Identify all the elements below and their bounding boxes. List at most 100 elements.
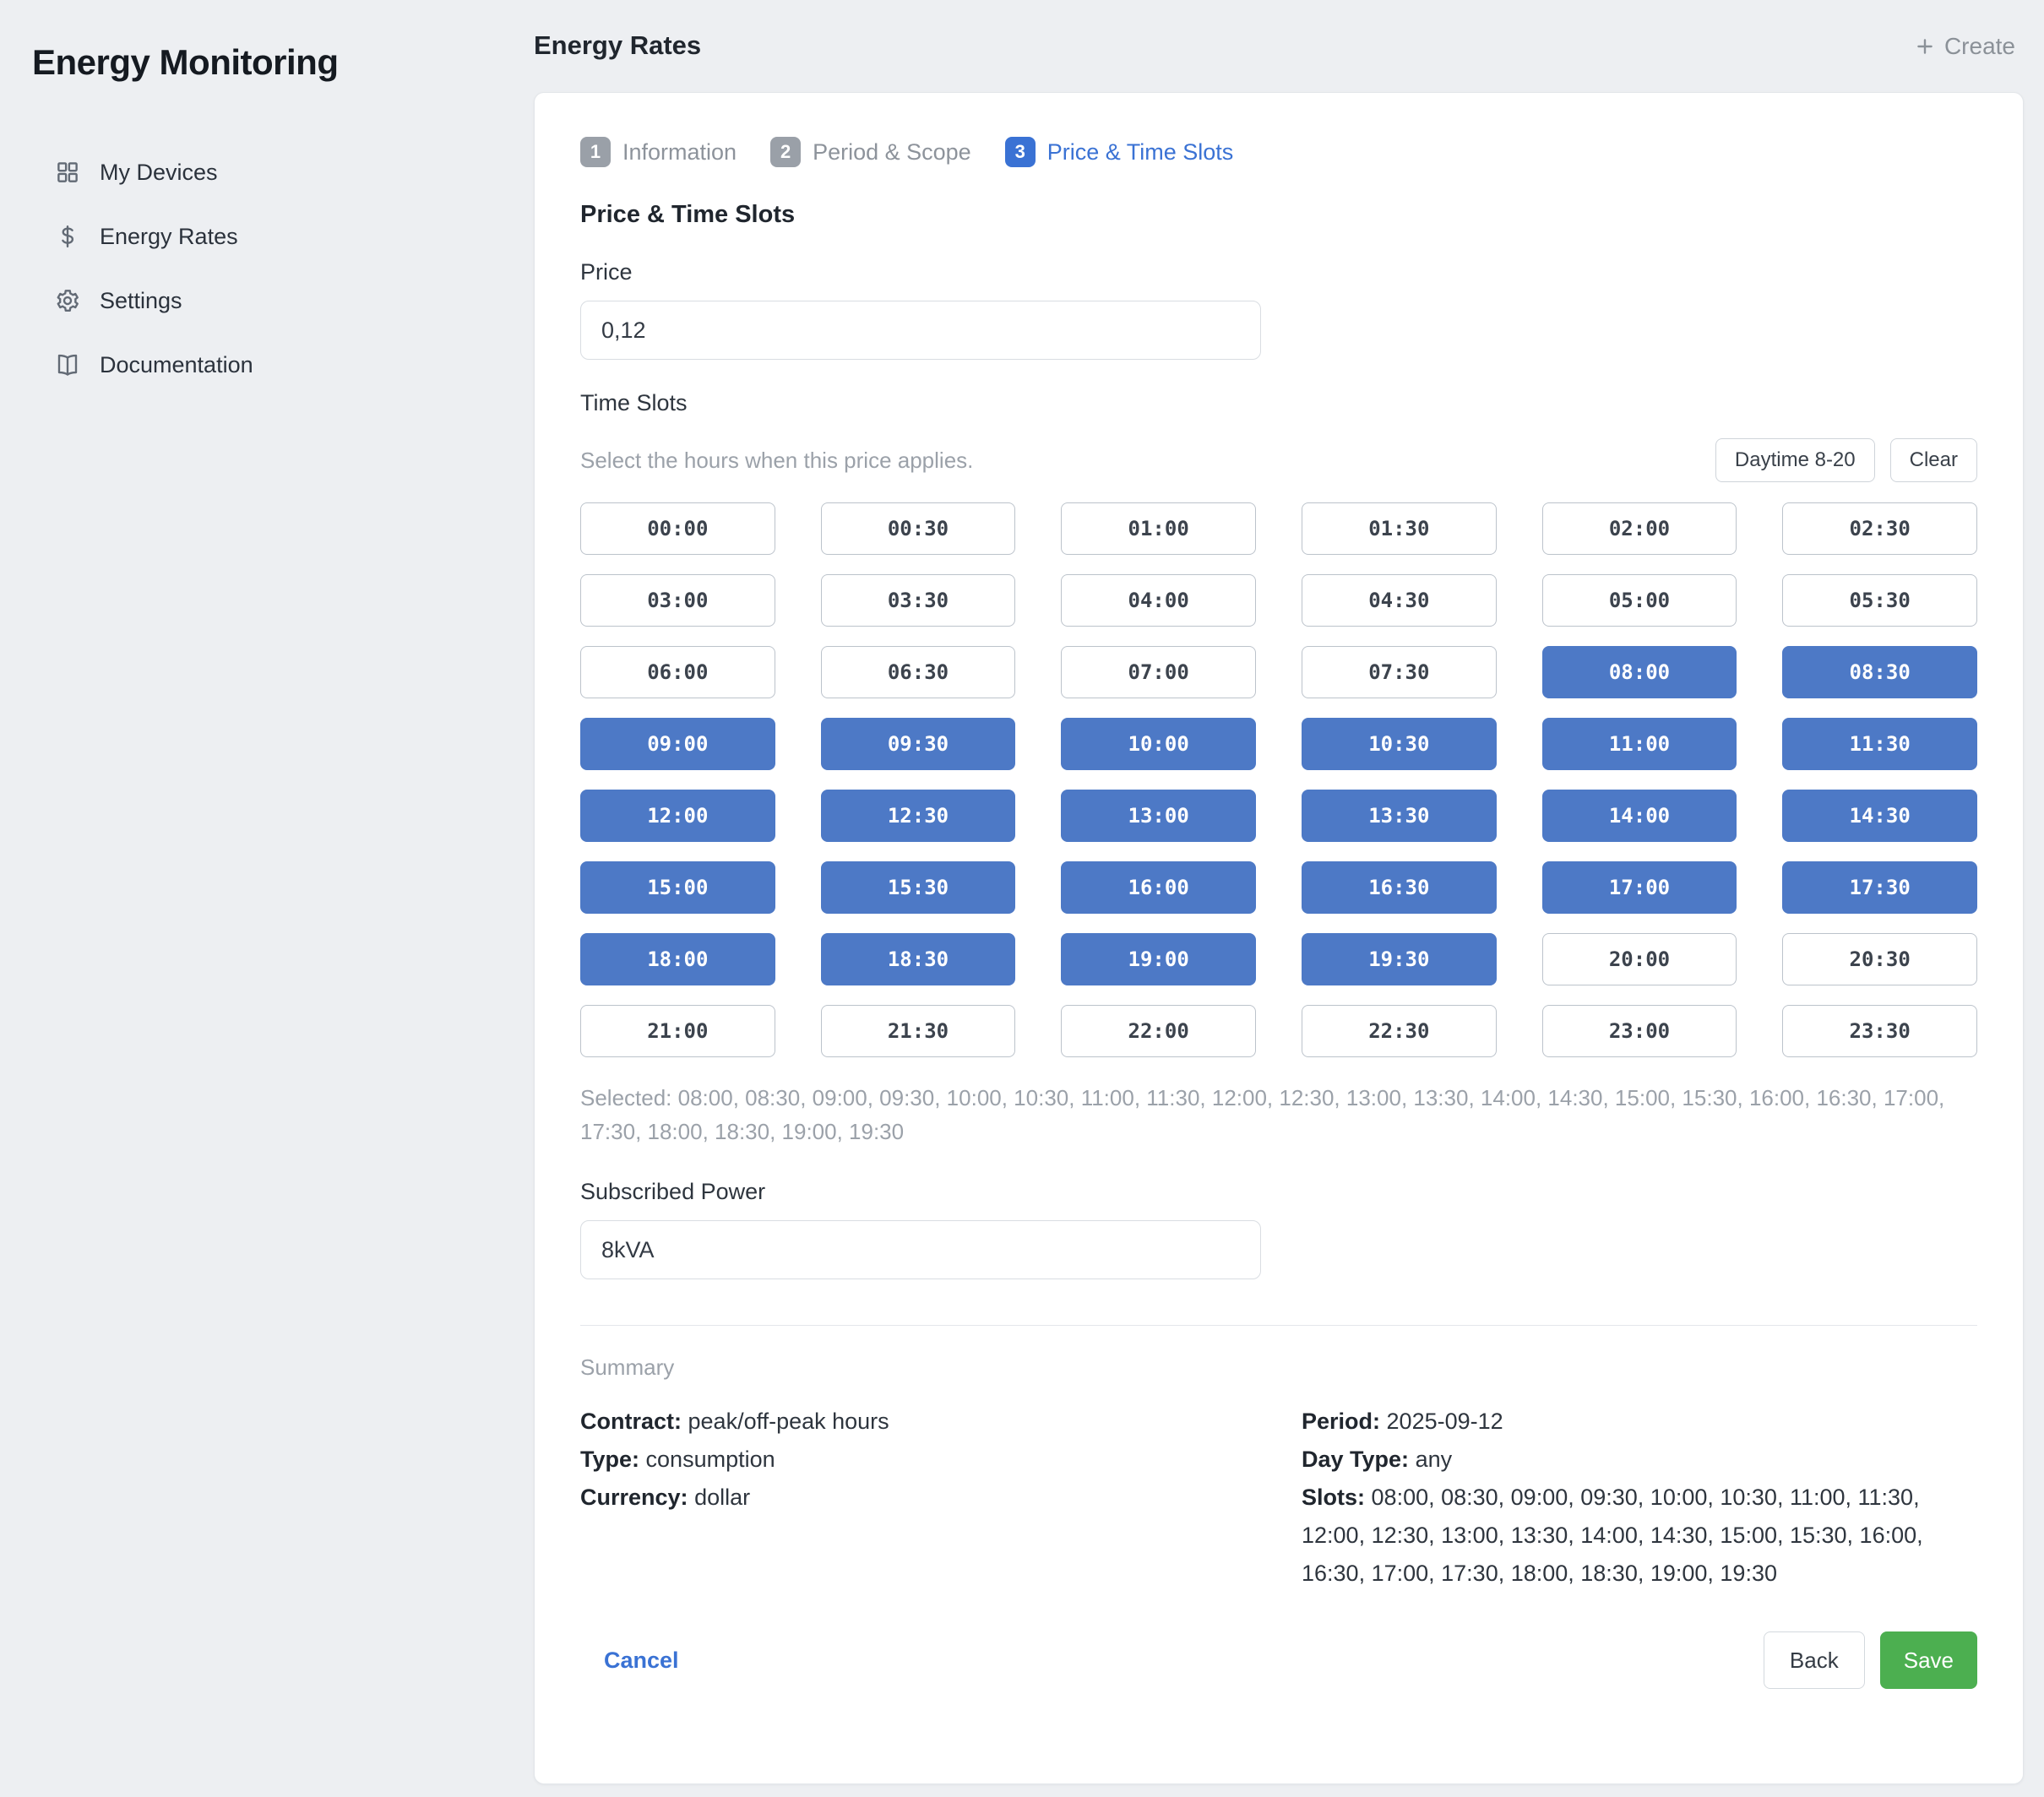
time-slot-19-00[interactable]: 19:00 [1061,933,1256,985]
time-slot-03-30[interactable]: 03:30 [821,574,1016,627]
step-2-label: Period & Scope [813,139,971,166]
time-slot-grid: 00:00 00:30 01:00 01:30 02:00 02:30 03:00 03:30… [580,502,1977,1057]
time-slot-05-30[interactable]: 05:30 [1782,574,1977,627]
time-slot-06-00[interactable]: 06:00 [580,646,775,698]
time-slot-20-00[interactable]: 20:00 [1542,933,1737,985]
step-2-badge: 2 [770,137,801,167]
daytime-preset-button[interactable]: Daytime 8-20 [1715,438,1875,482]
summary-currency: Currency: dollar [580,1479,1302,1517]
book-icon [54,351,81,378]
time-slot-00-00[interactable]: 00:00 [580,502,775,555]
subscribed-power-label: Subscribed Power [580,1179,1977,1205]
time-slot-02-30[interactable]: 02:30 [1782,502,1977,555]
dollar-icon [54,223,81,250]
summary-contract: Contract: peak/off-peak hours [580,1403,1302,1441]
time-slot-13-30[interactable]: 13:30 [1302,790,1497,842]
time-slot-00-30[interactable]: 00:30 [821,502,1016,555]
section-title: Price & Time Slots [580,201,1977,229]
time-slot-02-00[interactable]: 02:00 [1542,502,1737,555]
time-slot-05-00[interactable]: 05:00 [1542,574,1737,627]
time-slot-18-00[interactable]: 18:00 [580,933,775,985]
summary-slots: Slots: 08:00, 08:30, 09:00, 09:30, 10:00… [1302,1479,1977,1593]
sidebar-item-label: My Devices [100,160,218,186]
time-slot-15-00[interactable]: 15:00 [580,861,775,914]
step-information[interactable]: 1 Information [580,137,737,167]
page-title: Energy Rates [534,30,701,61]
price-label: Price [580,259,1977,285]
summary-period: Period: 2025-09-12 [1302,1403,1977,1441]
time-slot-01-00[interactable]: 01:00 [1061,502,1256,555]
time-slot-19-30[interactable]: 19:30 [1302,933,1497,985]
sidebar-item-my-devices[interactable]: My Devices [0,140,534,204]
gear-icon [54,287,81,314]
time-slot-21-00[interactable]: 21:00 [580,1005,775,1057]
time-slot-12-30[interactable]: 12:30 [821,790,1016,842]
time-slot-14-30[interactable]: 14:30 [1782,790,1977,842]
time-slot-21-30[interactable]: 21:30 [821,1005,1016,1057]
time-slot-13-00[interactable]: 13:00 [1061,790,1256,842]
selected-slots-text: Selected: 08:00, 08:30, 09:00, 09:30, 10… [580,1081,1977,1148]
time-slot-23-00[interactable]: 23:00 [1542,1005,1737,1057]
time-slot-09-30[interactable]: 09:30 [821,718,1016,770]
sidebar-item-label: Energy Rates [100,224,238,250]
time-slot-16-30[interactable]: 16:30 [1302,861,1497,914]
sidebar-item-documentation[interactable]: Documentation [0,333,534,397]
time-slot-08-00[interactable]: 08:00 [1542,646,1737,698]
create-button-label: Create [1944,33,2015,60]
time-slots-hint: Select the hours when this price applies… [580,448,973,474]
back-button[interactable]: Back [1764,1631,1865,1689]
time-slot-12-00[interactable]: 12:00 [580,790,775,842]
time-slot-20-30[interactable]: 20:30 [1782,933,1977,985]
time-slot-04-30[interactable]: 04:30 [1302,574,1497,627]
summary-title: Summary [580,1355,1977,1381]
clear-slots-button[interactable]: Clear [1890,438,1977,482]
summary-day-type: Day Type: any [1302,1441,1977,1479]
time-slot-04-00[interactable]: 04:00 [1061,574,1256,627]
time-slot-18-30[interactable]: 18:30 [821,933,1016,985]
time-slot-01-30[interactable]: 01:30 [1302,502,1497,555]
time-slot-11-00[interactable]: 11:00 [1542,718,1737,770]
time-slot-22-00[interactable]: 22:00 [1061,1005,1256,1057]
time-slot-16-00[interactable]: 16:00 [1061,861,1256,914]
divider [580,1325,1977,1326]
step-3-label: Price & Time Slots [1047,139,1234,166]
step-price-time-slots[interactable]: 3 Price & Time Slots [1005,137,1234,167]
time-slot-07-30[interactable]: 07:30 [1302,646,1497,698]
step-1-badge: 1 [580,137,611,167]
time-slot-06-30[interactable]: 06:30 [821,646,1016,698]
time-slot-08-30[interactable]: 08:30 [1782,646,1977,698]
create-button[interactable]: Create [1909,32,2020,61]
sidebar-item-label: Settings [100,288,182,314]
grid-icon [54,159,81,186]
sidebar: Energy Monitoring My Devices Energy Rate… [0,0,534,1797]
time-slot-09-00[interactable]: 09:00 [580,718,775,770]
save-button[interactable]: Save [1880,1631,1977,1689]
time-slot-10-00[interactable]: 10:00 [1061,718,1256,770]
time-slot-23-30[interactable]: 23:30 [1782,1005,1977,1057]
subscribed-power-input[interactable] [580,1220,1261,1279]
time-slot-03-00[interactable]: 03:00 [580,574,775,627]
time-slot-07-00[interactable]: 07:00 [1061,646,1256,698]
sidebar-item-settings[interactable]: Settings [0,269,534,333]
plus-icon [1914,35,1936,57]
time-slot-17-30[interactable]: 17:30 [1782,861,1977,914]
summary-grid: Contract: peak/off-peak hours Type: cons… [580,1403,1977,1593]
cancel-link[interactable]: Cancel [599,1647,684,1675]
wizard-stepper: 1 Information 2 Period & Scope 3 Price &… [580,137,1977,167]
time-slot-11-30[interactable]: 11:30 [1782,718,1977,770]
sidebar-item-label: Documentation [100,352,253,378]
summary-type: Type: consumption [580,1441,1302,1479]
sidebar-item-energy-rates[interactable]: Energy Rates [0,204,534,269]
time-slot-22-30[interactable]: 22:30 [1302,1005,1497,1057]
step-period-scope[interactable]: 2 Period & Scope [770,137,971,167]
price-input[interactable] [580,301,1261,360]
time-slot-14-00[interactable]: 14:00 [1542,790,1737,842]
step-1-label: Information [622,139,737,166]
energy-rate-form-card: 1 Information 2 Period & Scope 3 Price &… [534,92,2024,1784]
app-title: Energy Monitoring [32,42,339,83]
time-slots-label: Time Slots [580,390,1977,416]
time-slot-15-30[interactable]: 15:30 [821,861,1016,914]
step-3-badge: 3 [1005,137,1036,167]
time-slot-10-30[interactable]: 10:30 [1302,718,1497,770]
time-slot-17-00[interactable]: 17:00 [1542,861,1737,914]
